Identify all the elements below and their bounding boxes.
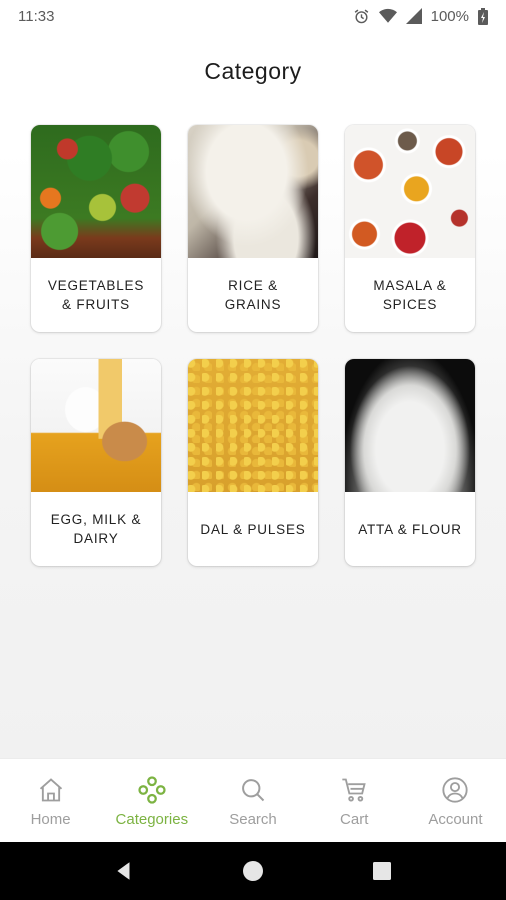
home-circle-icon[interactable]: [233, 851, 273, 891]
egg-milk-dairy-image: [31, 359, 161, 492]
search-icon: [238, 775, 268, 805]
status-time: 11:33: [18, 7, 55, 25]
bottom-navigation: Home Categories Search Cart Account: [0, 758, 506, 843]
category-label: MASALA & SPICES: [373, 278, 447, 312]
category-label: VEGETABLES & FRUITS: [47, 278, 145, 312]
category-label: DAL & PULSES: [200, 521, 306, 537]
category-card-vegetables-fruits[interactable]: VEGETABLES & FRUITS: [31, 125, 161, 332]
categories-icon: [137, 775, 167, 805]
vegetables-fruits-image: [31, 125, 161, 258]
category-card-atta-flour[interactable]: ATTA & FLOUR: [345, 359, 475, 566]
category-grid: VEGETABLES & FRUITS RICE & GRAINS MASALA…: [31, 125, 475, 566]
nav-cart-label: Cart: [340, 810, 369, 828]
status-icons: 100%: [353, 7, 488, 25]
category-card-rice-grains[interactable]: RICE & GRAINS: [188, 125, 318, 332]
system-navigation-bar: [0, 842, 506, 900]
signal-icon: [405, 8, 422, 24]
nav-categories-label: Categories: [115, 810, 189, 828]
status-bar: 11:33 100%: [0, 0, 506, 32]
nav-categories[interactable]: Categories: [101, 759, 202, 843]
category-label: RICE & GRAINS: [224, 278, 282, 312]
category-card-dal-pulses[interactable]: DAL & PULSES: [188, 359, 318, 566]
home-icon: [36, 775, 66, 805]
cart-icon: [339, 775, 369, 805]
nav-search[interactable]: Search: [202, 759, 303, 843]
category-label: ATTA & FLOUR: [358, 521, 462, 537]
category-card-masala-spices[interactable]: MASALA & SPICES: [345, 125, 475, 332]
alarm-icon: [353, 8, 370, 25]
page-title: Category: [204, 58, 302, 84]
rice-grains-image: [188, 125, 318, 258]
category-card-egg-milk-dairy[interactable]: EGG, MILK & DAIRY: [31, 359, 161, 566]
nav-cart[interactable]: Cart: [304, 759, 405, 843]
masala-spices-image: [345, 125, 475, 258]
nav-home[interactable]: Home: [0, 759, 101, 843]
battery-icon: [478, 7, 488, 25]
category-label: EGG, MILK & DAIRY: [50, 512, 142, 546]
app-screen: 11:33 100% Category VEGETABLES & FRUITS …: [0, 0, 506, 758]
recents-icon[interactable]: [362, 851, 402, 891]
nav-account-label: Account: [428, 810, 483, 828]
dal-pulses-image: [188, 359, 318, 492]
back-icon[interactable]: [104, 851, 144, 891]
account-icon: [440, 775, 470, 805]
wifi-icon: [378, 8, 397, 24]
nav-search-label: Search: [229, 810, 277, 828]
nav-home-label: Home: [30, 810, 71, 828]
nav-account[interactable]: Account: [405, 759, 506, 843]
battery-percent: 100%: [430, 7, 469, 25]
atta-flour-image: [345, 359, 475, 492]
